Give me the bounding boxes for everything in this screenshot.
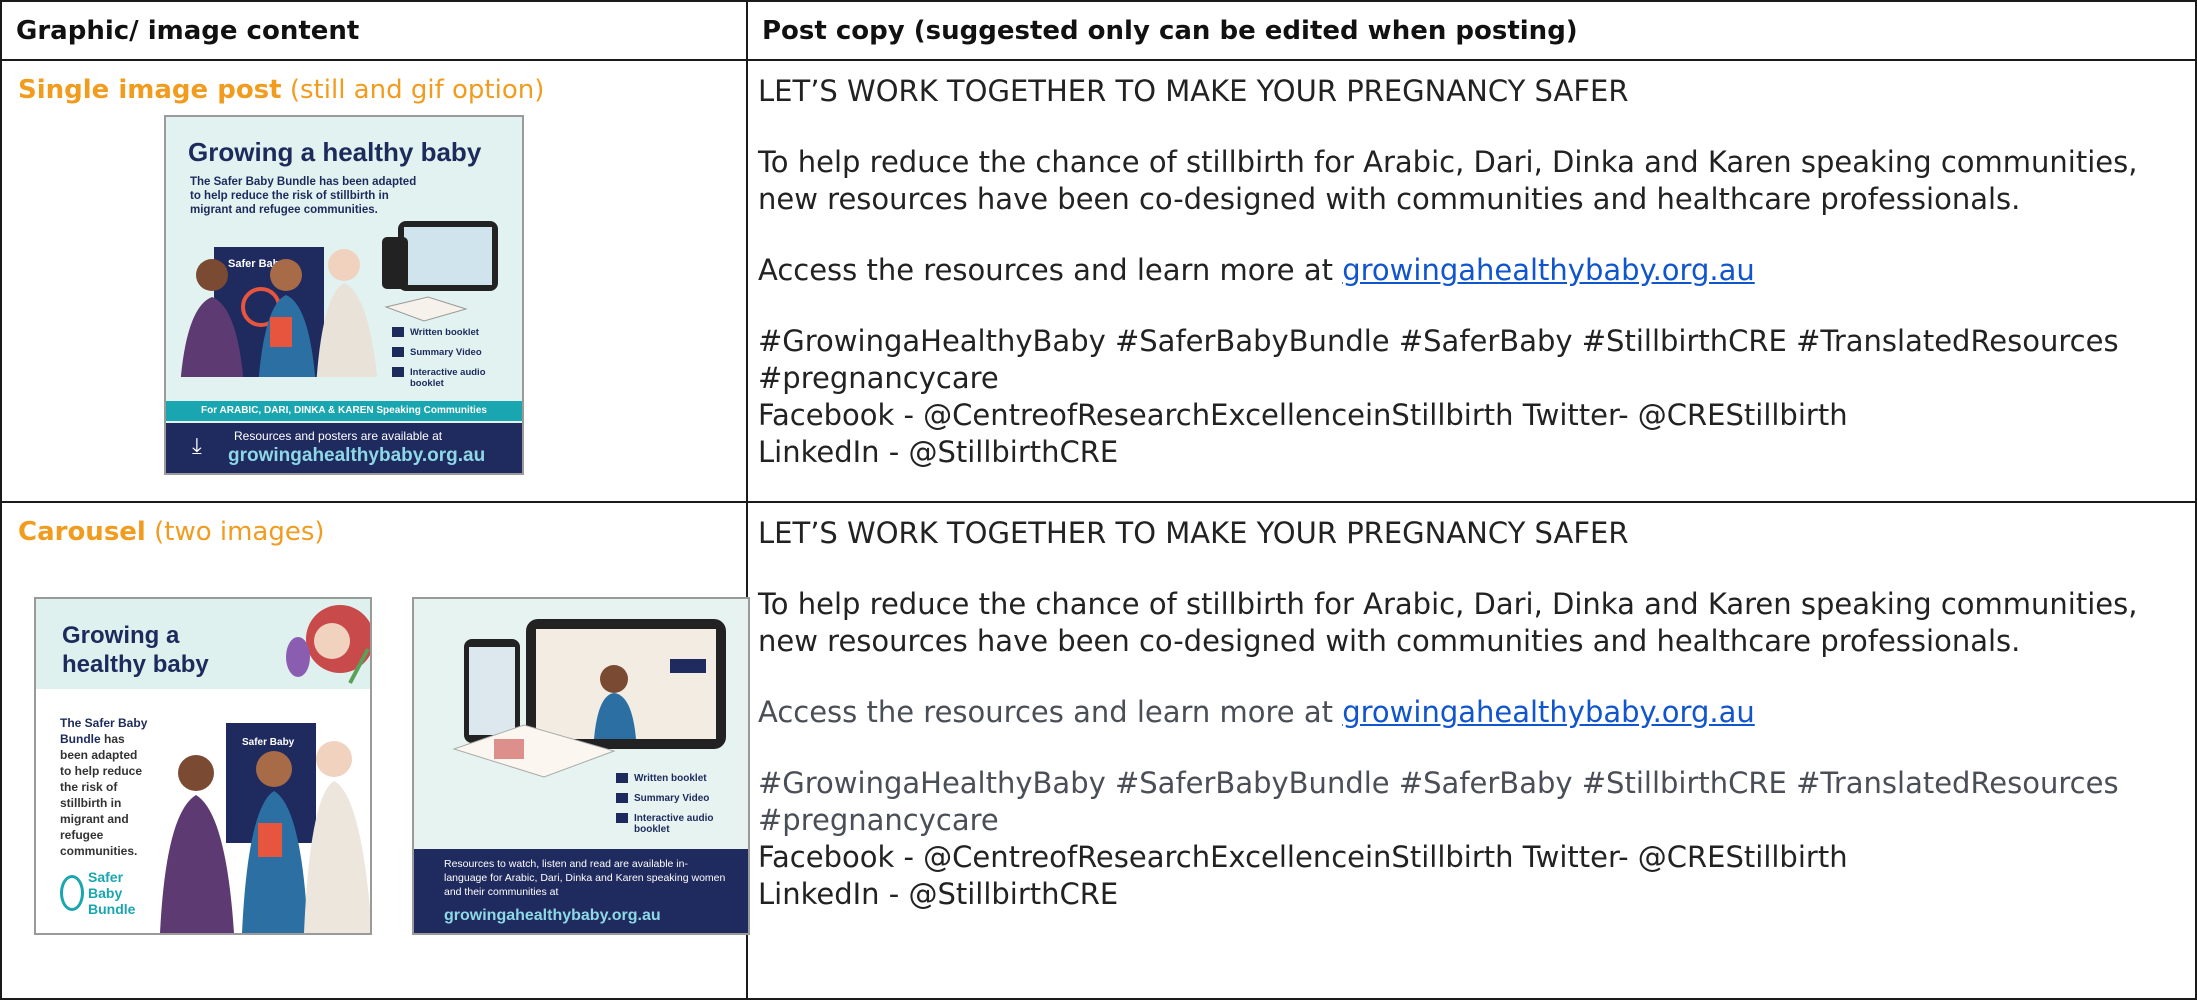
graphic-cell: Carousel (two images) Growing a healthy … bbox=[0, 501, 750, 1000]
post-facebook-twitter: Facebook - @CentreofResearchExcellencein… bbox=[758, 398, 1848, 432]
post-intro: To help reduce the chance of stillbirth … bbox=[758, 587, 2138, 658]
graphic-title: Growing a healthy baby bbox=[62, 622, 209, 678]
resource-item: Interactive audio booklet bbox=[634, 813, 714, 835]
banner-label: Safer Baby bbox=[242, 737, 295, 748]
booklet-icon bbox=[616, 773, 628, 783]
post-linkedin: LinkedIn - @StillbirthCRE bbox=[758, 435, 1119, 469]
devices-illustration bbox=[452, 619, 726, 778]
post-type-bold: Single image post bbox=[18, 75, 282, 105]
logo-word: Baby bbox=[88, 885, 123, 901]
post-type-label: Single image post (still and gif option) bbox=[2, 61, 746, 105]
post-hashtags: #GrowingaHealthyBaby #SaferBabyBundle #S… bbox=[758, 766, 2119, 837]
logo-icon bbox=[60, 875, 84, 911]
video-icon bbox=[392, 347, 404, 357]
post-hashtags: #GrowingaHealthyBaby #SaferBabyBundle #S… bbox=[758, 324, 2119, 395]
audio-icon bbox=[392, 367, 404, 377]
booklet-icon bbox=[392, 327, 404, 337]
post-facebook-twitter: Facebook - @CentreofResearchExcellencein… bbox=[758, 840, 1848, 874]
resource-item: Interactive audio booklet bbox=[410, 367, 486, 389]
post-copy-cell: LET’S WORK TOGETHER TO MAKE YOUR PREGNAN… bbox=[746, 501, 2197, 1000]
carousel-graphic-2: Written booklet Summary Video Interactiv… bbox=[412, 597, 750, 935]
footer-bar: Resources to watch, listen and read are … bbox=[414, 849, 748, 933]
post-type-note: (still and gif option) bbox=[281, 75, 545, 105]
cta-bar: ⤓ Resources and posters are available at… bbox=[166, 423, 522, 473]
access-text: Access the resources and learn more at bbox=[758, 253, 1343, 287]
single-post-graphic: Growing a healthy baby The Safer Baby Bu… bbox=[164, 115, 524, 475]
body-rest: has been adapted to help reduce the risk… bbox=[60, 732, 143, 858]
communities-banner: For ARABIC, DARI, DINKA & KAREN Speaking… bbox=[166, 401, 522, 421]
carousel-graphic-1: Growing a healthy baby The Safer Baby Bu… bbox=[34, 597, 372, 935]
post-headline: LET’S WORK TOGETHER TO MAKE YOUR PREGNAN… bbox=[758, 74, 1629, 108]
post-headline: LET’S WORK TOGETHER TO MAKE YOUR PREGNAN… bbox=[758, 516, 1629, 550]
post-type-label: Carousel (two images) bbox=[2, 503, 746, 547]
resources-link[interactable]: growingahealthybaby.org.au bbox=[1342, 253, 1755, 287]
logo-word: Safer bbox=[88, 869, 124, 885]
resource-item: Written booklet bbox=[634, 773, 707, 784]
resource-item: Summary Video bbox=[410, 347, 482, 358]
header-row: Graphic/ image content Post copy (sugges… bbox=[0, 0, 2197, 61]
logo-word: Bundle bbox=[88, 901, 136, 917]
post-access: Access the resources and learn more at g… bbox=[758, 252, 2183, 289]
access-text: Access the resources and learn more at bbox=[758, 695, 1343, 729]
audio-icon bbox=[616, 813, 628, 823]
graphic-cell: Single image post (still and gif option)… bbox=[0, 59, 748, 503]
resource-item: Written booklet bbox=[410, 327, 479, 338]
post-intro: To help reduce the chance of stillbirth … bbox=[758, 145, 2138, 216]
flower-illustration bbox=[286, 605, 370, 684]
illustration-people: Safer Baby bbox=[160, 723, 370, 933]
video-icon bbox=[616, 793, 628, 803]
header-post-copy: Post copy (suggested only can be edited … bbox=[746, 0, 2197, 61]
graphic-body: The Safer Baby Bundle has been adapted t… bbox=[60, 715, 150, 859]
table-row: Carousel (two images) Growing a healthy … bbox=[0, 501, 2197, 1000]
post-type-bold: Carousel bbox=[18, 517, 146, 547]
header-graphic: Graphic/ image content bbox=[0, 0, 748, 61]
table-row: Single image post (still and gif option)… bbox=[0, 59, 2197, 503]
post-copy-cell: LET’S WORK TOGETHER TO MAKE YOUR PREGNAN… bbox=[746, 59, 2197, 503]
post-type-note: (two images) bbox=[145, 517, 325, 547]
footer-text: Resources to watch, listen and read are … bbox=[444, 858, 726, 898]
graphic-body: The Safer Baby Bundle has been adapted t… bbox=[190, 176, 417, 216]
cta-url: growingahealthybaby.org.au bbox=[228, 445, 486, 466]
resource-item: Summary Video bbox=[634, 793, 710, 804]
download-icon: ⤓ bbox=[192, 433, 202, 458]
post-access: Access the resources and learn more at g… bbox=[758, 694, 2183, 731]
resources-link[interactable]: growingahealthybaby.org.au bbox=[1342, 695, 1755, 729]
footer-url: growingahealthybaby.org.au bbox=[444, 907, 661, 924]
post-linkedin: LinkedIn - @StillbirthCRE bbox=[758, 877, 1119, 911]
post-copy: LET’S WORK TOGETHER TO MAKE YOUR PREGNAN… bbox=[748, 61, 2195, 471]
post-copy: LET’S WORK TOGETHER TO MAKE YOUR PREGNAN… bbox=[748, 503, 2195, 913]
content-table: Graphic/ image content Post copy (sugges… bbox=[0, 0, 2197, 1000]
graphic-title: Growing a healthy baby bbox=[188, 137, 482, 167]
cta-text: Resources and posters are available at bbox=[234, 429, 443, 443]
